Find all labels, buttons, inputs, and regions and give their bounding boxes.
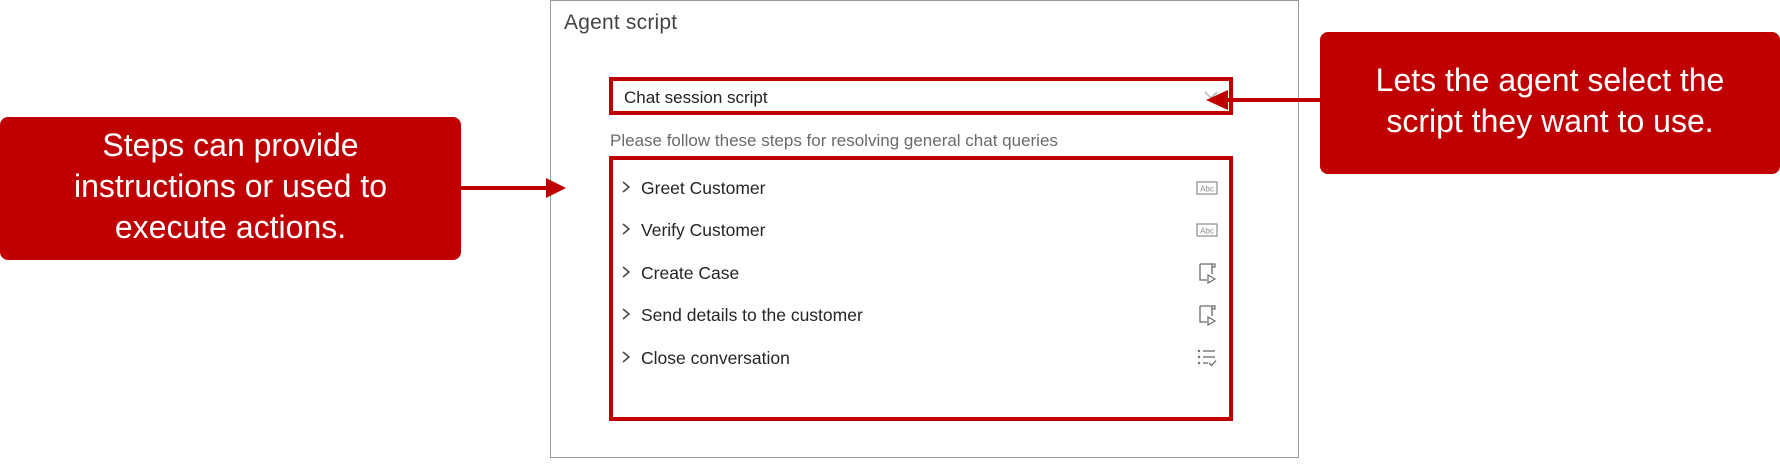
callout-line: Lets the agent select the <box>1375 62 1725 98</box>
panel-title: Agent script <box>564 11 678 34</box>
steps-callout: Steps can provide instructions or used t… <box>0 117 461 260</box>
text-abc-icon: Abc <box>1196 223 1218 237</box>
step-item-verify-customer[interactable]: Verify Customer Abc <box>613 210 1229 250</box>
step-item-send-details[interactable]: Send details to the customer <box>613 295 1229 335</box>
script-selector-dropdown[interactable]: Chat session script <box>609 77 1233 115</box>
callout-line: script they want to use. <box>1386 103 1714 139</box>
step-item-create-case[interactable]: Create Case <box>613 253 1229 293</box>
macro-script-icon <box>1199 305 1217 327</box>
svg-text:Abc: Abc <box>1200 227 1214 236</box>
chevron-down-icon <box>1204 91 1218 100</box>
chevron-right-icon <box>622 266 631 278</box>
chevron-right-icon <box>622 308 631 320</box>
callout-line: instructions or used to <box>73 168 388 204</box>
text-abc-icon: Abc <box>1196 181 1218 195</box>
step-item-close-conversation[interactable]: Close conversation <box>613 338 1229 378</box>
step-label: Verify Customer <box>641 220 766 240</box>
callout-line: Steps can provide <box>102 127 359 163</box>
chevron-right-icon <box>622 223 631 235</box>
chevron-right-icon <box>622 351 631 363</box>
callout-line: execute actions. <box>114 209 347 245</box>
steps-list: Greet Customer Abc Verify Customer Abc C… <box>609 156 1233 421</box>
step-label: Send details to the customer <box>641 305 863 325</box>
script-selector-callout: Lets the agent select the script they wa… <box>1320 32 1780 174</box>
step-label: Create Case <box>641 263 740 283</box>
script-selector-value: Chat session script <box>624 88 768 107</box>
chevron-right-icon <box>622 181 631 193</box>
checklist-icon <box>1197 349 1217 367</box>
instructions-text: Please follow these steps for resolving … <box>610 131 1058 150</box>
step-label: Greet Customer <box>641 178 766 198</box>
macro-script-icon <box>1199 263 1217 285</box>
svg-text:Abc: Abc <box>1200 185 1214 194</box>
step-item-greet-customer[interactable]: Greet Customer Abc <box>613 168 1229 208</box>
step-label: Close conversation <box>641 348 790 368</box>
agent-script-panel: Agent script Chat session script Please … <box>550 0 1299 458</box>
